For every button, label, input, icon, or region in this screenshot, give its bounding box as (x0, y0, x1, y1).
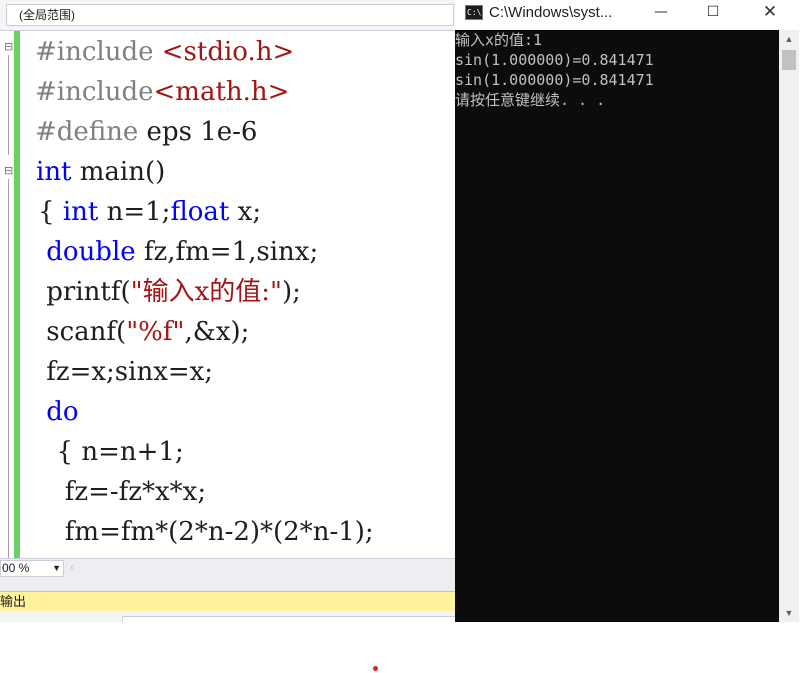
keyword-token: float (170, 197, 230, 227)
chevron-down-icon: ▼ (52, 563, 61, 573)
console-output[interactable]: 输入x的值:1 sin(1.000000)=0.841471 sin(1.000… (455, 30, 779, 622)
code-line: scanf("%f",&x); (38, 312, 249, 352)
code-editor-window: (全局范围) ⊟ ⊟ #include <stdio.h> #include<ma… (0, 0, 456, 622)
code-token: fz=-fz*x*x; (40, 477, 207, 507)
scrollbar-thumb[interactable] (782, 50, 796, 70)
code-token: { n=n+1; (40, 437, 184, 467)
console-line: 输入x的值:1 (455, 31, 543, 49)
minimize-button[interactable]: — (638, 0, 684, 24)
code-token: fz=x;sinx=x; (38, 357, 214, 387)
output-panel-tab[interactable]: 输出 (0, 591, 456, 611)
keyword-token: int (36, 157, 72, 187)
horizontal-scrollbar[interactable] (84, 566, 444, 572)
code-line: { int n=1;float x; (38, 192, 261, 232)
scroll-down-icon[interactable]: ▼ (779, 604, 799, 622)
scope-dropdown[interactable]: (全局范围) (6, 4, 454, 26)
code-line: #include <stdio.h> (35, 32, 294, 72)
code-line: printf("输入x的值:"); (38, 272, 301, 312)
collapse-icon[interactable]: ⊟ (4, 165, 14, 177)
close-button[interactable]: ✕ (747, 0, 793, 24)
navigation-bar: (全局范围) (0, 0, 456, 31)
code-token: main() (71, 157, 166, 187)
code-token: { (38, 197, 63, 227)
code-token: fz,fm=1,sinx; (135, 237, 319, 267)
preprocessor-token: #include (35, 37, 162, 67)
vertical-scrollbar[interactable]: ▲ ▼ (779, 30, 799, 622)
console-line: sin(1.000000)=0.841471 (455, 71, 654, 89)
string-token: <stdio.h> (161, 37, 295, 67)
scroll-up-icon[interactable]: ▲ (779, 30, 799, 48)
console-window: C:\. C:\Windows\syst... — ☐ ✕ 输入x的值:1 si… (455, 0, 806, 622)
console-titlebar[interactable]: C:\. C:\Windows\syst... — ☐ ✕ (455, 0, 806, 30)
zoom-level: 00 % (2, 561, 30, 575)
maximize-button[interactable]: ☐ (690, 0, 736, 24)
console-app-icon: C:\. (465, 5, 486, 20)
outline-gutter: ⊟ ⊟ (0, 31, 14, 558)
editor-status-strip: 00 % ▼ ‹ (0, 558, 456, 578)
code-line: fm=fm*(2*n-2)*(2*n-1); (40, 512, 374, 552)
code-token: printf( (38, 277, 131, 307)
window-edge (799, 30, 806, 622)
code-token: n=1; (98, 197, 171, 227)
code-line: fz=x;sinx=x; (38, 352, 213, 392)
output-panel-title: 输出 (0, 594, 27, 609)
zoom-dropdown[interactable]: 00 % ▼ (0, 560, 64, 577)
code-token: scanf( (38, 317, 127, 347)
keyword-token: double (46, 237, 136, 267)
fold-guide-line (8, 55, 9, 155)
console-title: C:\Windows\syst... (489, 4, 613, 21)
keyword-token: int (62, 197, 99, 227)
code-line: { n=n+1; (40, 432, 184, 472)
fold-guide-line (8, 179, 9, 558)
code-line: fz=-fz*x*x; (40, 472, 206, 512)
code-line: do (38, 392, 79, 432)
scroll-left-icon[interactable]: ‹ (70, 560, 74, 574)
red-dot-marker (373, 666, 378, 671)
code-line: int main() (36, 152, 165, 192)
code-line: double fz,fm=1,sinx; (38, 232, 318, 272)
panel-splitter[interactable] (0, 578, 456, 591)
code-line: #define eps 1e-6 (35, 112, 257, 152)
code-token: ); (281, 277, 301, 307)
collapse-icon[interactable]: ⊟ (4, 41, 14, 53)
console-line: sin(1.000000)=0.841471 (455, 51, 654, 69)
code-token: x; (229, 197, 262, 227)
code-line: #include<math.h> (35, 72, 289, 112)
string-token: "输入x的值:" (130, 277, 282, 307)
string-token: "%f" (126, 317, 185, 347)
string-token: <math.h> (153, 77, 290, 107)
console-line: 请按任意键继续. . . (455, 91, 606, 109)
code-token: fm=fm*(2*n-2)*(2*n-1); (40, 517, 374, 547)
preprocessor-token: #define (35, 117, 139, 147)
code-text-area[interactable]: #include <stdio.h> #include<math.h> #defin… (20, 31, 456, 558)
keyword-token: do (46, 397, 79, 427)
code-token: eps 1e-6 (138, 117, 258, 147)
preprocessor-token: #include (35, 77, 154, 107)
code-token: ,&x); (184, 317, 250, 347)
output-source-dropdown[interactable] (122, 616, 456, 622)
